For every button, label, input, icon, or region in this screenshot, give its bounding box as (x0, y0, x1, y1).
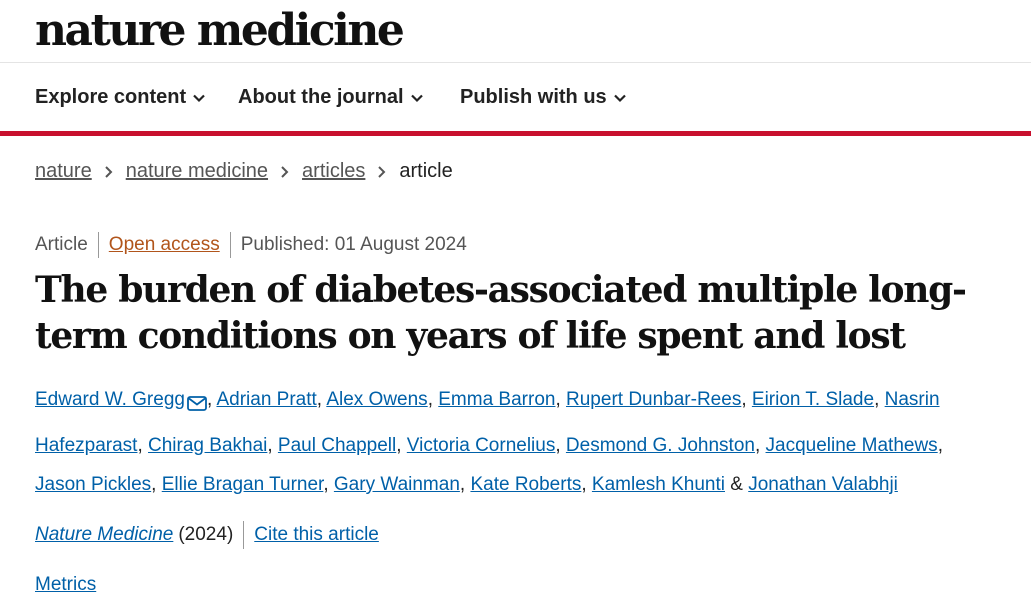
divider (97, 232, 99, 258)
cite-article-link[interactable]: Cite this article (254, 524, 379, 546)
journal-year: (2024) (178, 524, 234, 545)
author-link[interactable]: Jonathan Valabhji (748, 474, 898, 495)
chevron-down-icon (192, 91, 206, 105)
chevron-right-icon (377, 165, 387, 179)
article-type: Article (35, 234, 88, 255)
author-link[interactable]: Kamlesh Khunti (592, 474, 725, 495)
author-link[interactable]: Jacqueline Mathews (766, 435, 938, 456)
nav-about-journal[interactable]: About the journal (238, 86, 424, 109)
author-link[interactable]: Ellie Bragan Turner (162, 474, 324, 495)
divider (229, 232, 231, 258)
author-link[interactable]: Victoria Cornelius (407, 435, 556, 456)
nav-item-label: About the journal (238, 86, 404, 108)
author-link[interactable]: Adrian Pratt (216, 389, 316, 410)
chevron-right-icon (104, 165, 114, 179)
nav-publish-with-us[interactable]: Publish with us (460, 86, 627, 109)
chevron-down-icon (613, 91, 627, 105)
metrics-link[interactable]: Metrics (35, 574, 96, 596)
breadcrumb-nature-medicine[interactable]: nature medicine (126, 160, 268, 183)
breadcrumb-current: article (399, 160, 453, 182)
main-nav: Explore content About the journal Publis… (0, 63, 1031, 136)
nav-explore-content[interactable]: Explore content (35, 86, 206, 109)
chevron-right-icon (280, 165, 290, 179)
author-link[interactable]: Emma Barron (438, 389, 555, 410)
author-link[interactable]: Rupert Dunbar-Rees (566, 389, 741, 410)
author-link[interactable]: Eirion T. Slade (752, 389, 874, 410)
published-date: Published: 01 August 2024 (240, 234, 467, 255)
breadcrumb-articles[interactable]: articles (302, 160, 365, 183)
divider (243, 521, 245, 549)
mail-icon[interactable] (187, 386, 207, 426)
nav-item-label: Publish with us (460, 86, 607, 108)
nav-item-label: Explore content (35, 86, 187, 108)
article-meta: Article Open access Published: 01 August… (35, 232, 467, 258)
author-link[interactable]: Alex Owens (326, 389, 427, 410)
journal-logo[interactable]: nature medicine (35, 2, 405, 60)
journal-name-link[interactable]: Nature Medicine (35, 524, 173, 546)
open-access-link[interactable]: Open access (109, 234, 220, 256)
author-link[interactable]: Paul Chappell (278, 435, 396, 456)
header-bar: nature medicine (0, 0, 1031, 63)
breadcrumb: nature nature medicine articles article (35, 160, 453, 183)
author-link[interactable]: Desmond G. Johnston (566, 435, 755, 456)
author-list: Edward W. Gregg, Adrian Pratt, Alex Owen… (35, 380, 995, 505)
article-title: The burden of diabetes-associated multip… (35, 269, 967, 357)
author-link[interactable]: Chirag Bakhai (148, 435, 267, 456)
author-link[interactable]: Gary Wainman (334, 474, 460, 495)
chevron-down-icon (410, 91, 424, 105)
citation-line: Nature Medicine (2024) Cite this article (35, 521, 379, 549)
breadcrumb-nature[interactable]: nature (35, 160, 92, 183)
author-link[interactable]: Kate Roberts (470, 474, 581, 495)
author-link[interactable]: Jason Pickles (35, 474, 151, 495)
author-link[interactable]: Edward W. Gregg (35, 389, 185, 410)
